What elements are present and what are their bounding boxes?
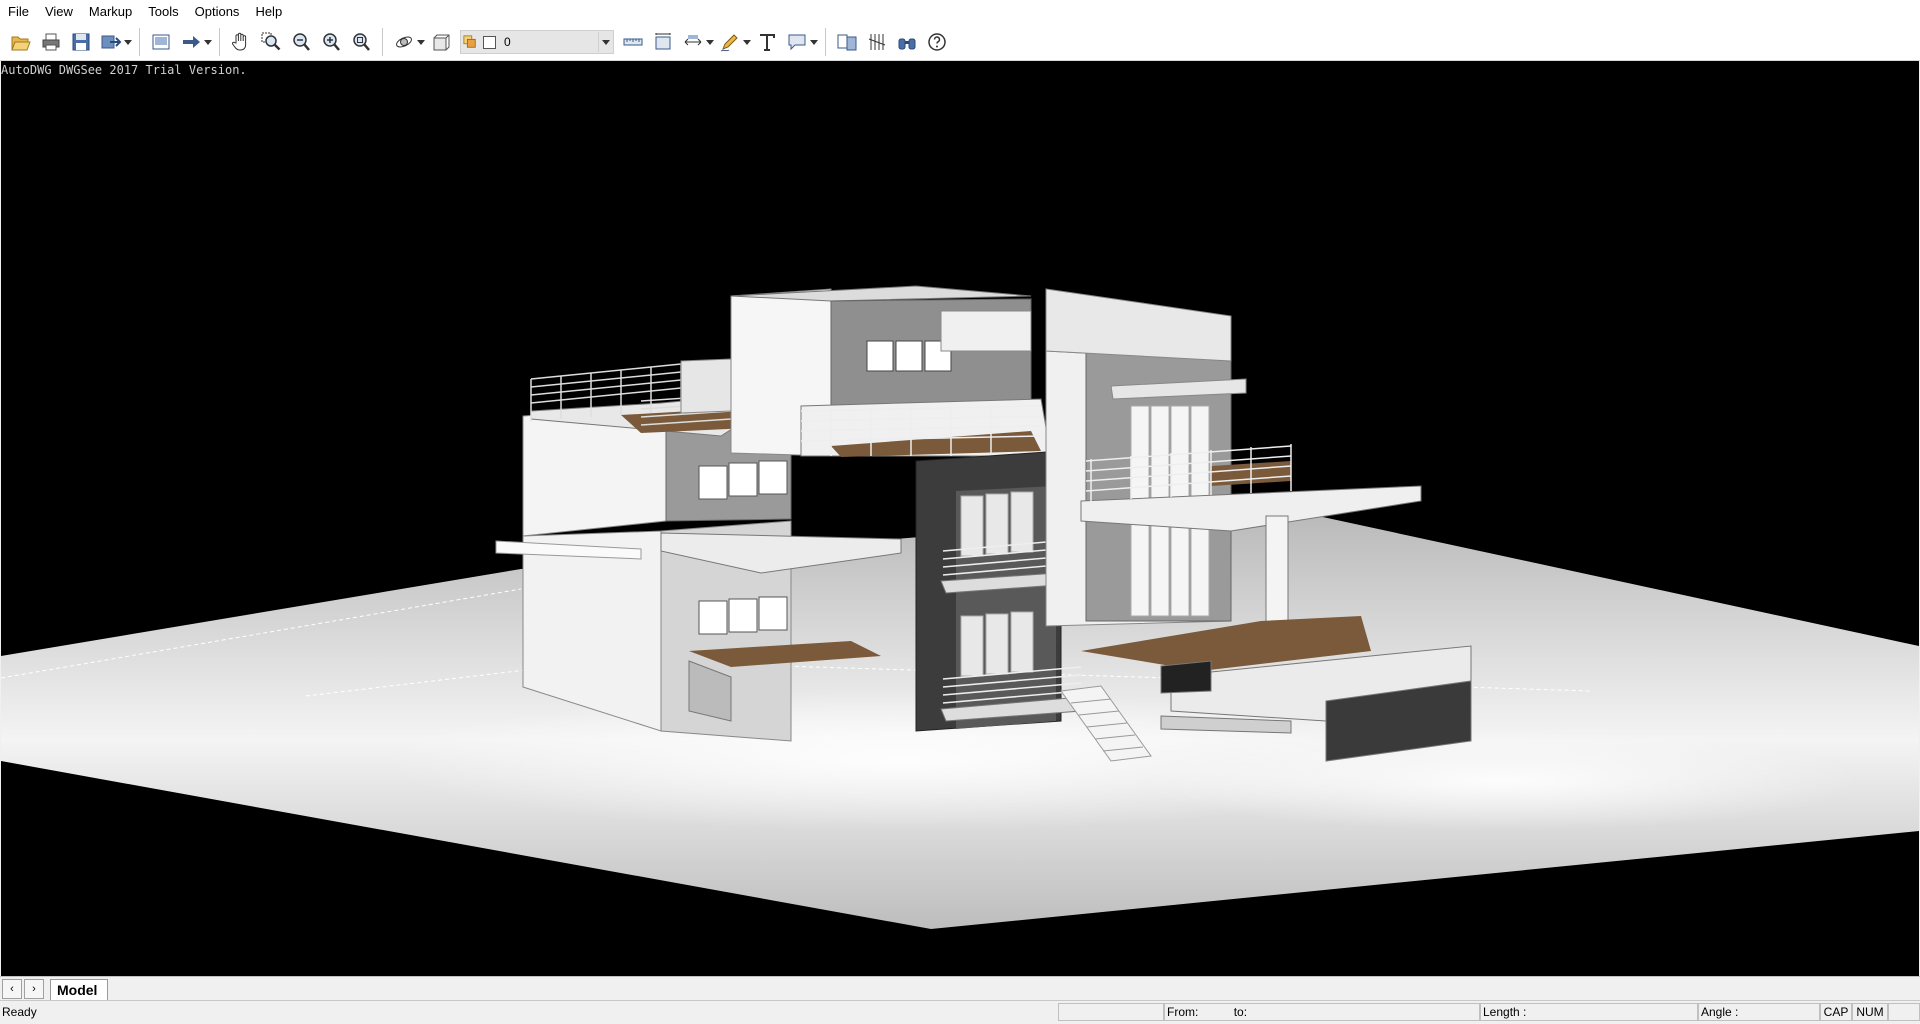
menu-tools[interactable]: Tools	[140, 0, 186, 24]
print-button[interactable]	[36, 27, 66, 57]
status-to-label: to:	[1233, 1005, 1248, 1019]
callout-icon	[788, 34, 806, 51]
menu-bar: File View Markup Tools Options Help	[0, 0, 1920, 25]
menu-help[interactable]: Help	[247, 0, 290, 24]
layer-value: 0	[504, 35, 511, 49]
compare-icon	[837, 34, 857, 51]
tab-prev-button[interactable]: ‹	[2, 979, 22, 999]
open-button[interactable]	[6, 27, 36, 57]
layer-color-swatch	[483, 35, 496, 49]
status-empty-cell	[1058, 1003, 1164, 1021]
measure-distance-button[interactable]	[618, 27, 648, 57]
arrow-right-icon	[183, 36, 200, 48]
layout-tab-bar: ‹ › Model	[0, 976, 1920, 1001]
status-cap: CAP	[1820, 1003, 1852, 1021]
layout-icon	[152, 34, 170, 50]
status-bar: Ready From: to: Length : Angle : CAP NUM	[0, 1000, 1920, 1024]
3d-view-button[interactable]	[426, 27, 456, 57]
hand-pan-icon	[232, 32, 247, 51]
export-icon	[101, 35, 122, 49]
status-num: NUM	[1852, 1003, 1888, 1021]
chevron-down-icon	[809, 39, 818, 45]
hatch-button[interactable]	[862, 27, 892, 57]
binoculars-icon	[898, 38, 916, 50]
house-3d-model	[1, 285, 1919, 929]
box-3d-icon	[433, 34, 450, 51]
zoom-extents-button[interactable]	[346, 27, 376, 57]
zoom-in-button[interactable]	[316, 27, 346, 57]
zoom-window-button[interactable]	[256, 27, 286, 57]
pencil-icon	[720, 34, 738, 52]
orbit-dropdown[interactable]	[415, 27, 426, 57]
status-ready: Ready	[2, 1005, 37, 1019]
callout-dropdown[interactable]	[808, 27, 819, 57]
toolbar-separator	[219, 28, 220, 56]
menu-file[interactable]: File	[0, 0, 37, 24]
chevron-down-icon[interactable]	[598, 32, 613, 52]
zoom-out-icon	[293, 33, 310, 51]
help-icon	[928, 33, 946, 51]
chevron-down-icon	[705, 39, 714, 45]
layer-icon	[461, 33, 479, 51]
arrow-dropdown[interactable]	[202, 27, 213, 57]
layer-selector[interactable]: 0	[460, 30, 614, 54]
menu-view[interactable]: View	[37, 0, 81, 24]
export-dropdown[interactable]	[122, 27, 133, 57]
toolbar-separator	[139, 28, 140, 56]
text-icon	[760, 34, 775, 51]
measure-area-icon	[655, 33, 671, 50]
zoom-out-button[interactable]	[286, 27, 316, 57]
status-length: Length :	[1480, 1003, 1698, 1021]
orbit-icon	[396, 36, 412, 48]
chevron-down-icon	[203, 39, 212, 45]
menu-markup[interactable]: Markup	[81, 0, 140, 24]
save-disk-icon	[72, 33, 90, 51]
text-button[interactable]	[752, 27, 782, 57]
freehand-dropdown[interactable]	[741, 27, 752, 57]
save-button[interactable]	[66, 27, 96, 57]
status-from-label: From:	[1167, 1005, 1199, 1019]
chevron-down-icon	[742, 39, 751, 45]
compare-button[interactable]	[832, 27, 862, 57]
tab-next-button[interactable]: ›	[24, 979, 44, 999]
dimension-icon	[684, 35, 702, 46]
hatch-icon	[868, 34, 886, 50]
dimension-dropdown[interactable]	[704, 27, 715, 57]
zoom-extents-icon	[353, 33, 370, 51]
measure-area-button[interactable]	[648, 27, 678, 57]
find-button[interactable]	[892, 27, 922, 57]
menu-options[interactable]: Options	[187, 0, 248, 24]
toolbar-separator	[825, 28, 826, 56]
layout-button[interactable]	[146, 27, 176, 57]
ground-highlight	[1141, 731, 1861, 831]
drawing-viewport[interactable]: AutoDWG DWGSee 2017 Trial Version.	[1, 61, 1919, 976]
help-button[interactable]	[922, 27, 952, 57]
toolbar-separator	[382, 28, 383, 56]
zoom-window-icon	[261, 32, 281, 51]
zoom-in-icon	[323, 33, 340, 51]
chevron-down-icon	[123, 39, 132, 45]
pan-button[interactable]	[226, 27, 256, 57]
main-toolbar: 0	[0, 24, 1920, 61]
ruler-icon	[623, 38, 643, 46]
folder-open-icon	[11, 36, 31, 51]
printer-icon	[42, 33, 60, 51]
tab-model[interactable]: Model	[50, 978, 109, 1000]
status-scrl	[1888, 1003, 1920, 1021]
trial-watermark: AutoDWG DWGSee 2017 Trial Version.	[1, 63, 247, 77]
status-angle: Angle :	[1698, 1003, 1820, 1021]
status-from-to: From: to:	[1164, 1003, 1480, 1021]
chevron-down-icon	[416, 39, 425, 45]
